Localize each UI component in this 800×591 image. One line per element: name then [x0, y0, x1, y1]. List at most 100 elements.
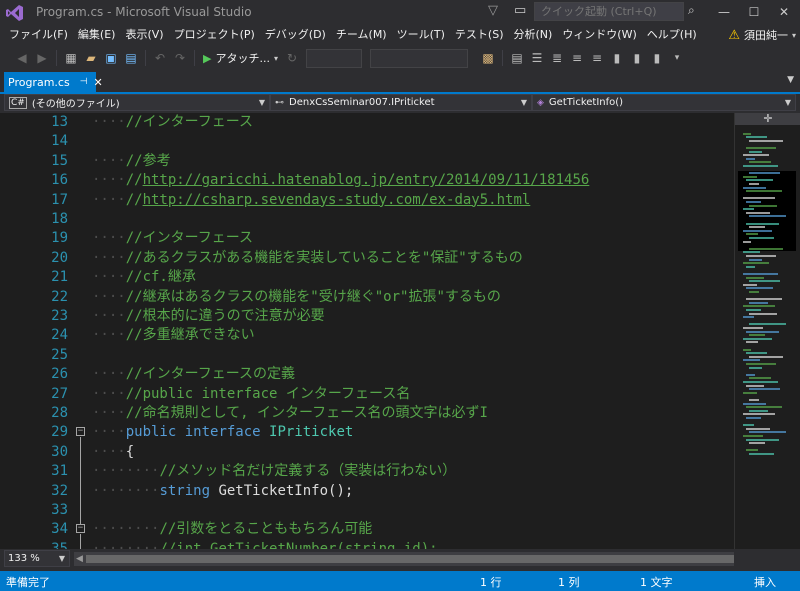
scroll-map-line: [749, 247, 783, 250]
zoom-combo[interactable]: 133 % ▼: [4, 550, 70, 567]
start-debug-button[interactable]: ▶ アタッチ... ▾: [199, 50, 282, 66]
solution-configuration-combo[interactable]: [305, 48, 362, 68]
warning-icon: ⚠: [728, 27, 740, 43]
code-line[interactable]: 16 ····//http://garicchi.hatenablog.jp/en…: [0, 171, 734, 190]
project-combo[interactable]: C# (その他のファイル) ▼: [4, 94, 270, 111]
browser-link-icon[interactable]: ▩: [480, 51, 496, 65]
class-combo[interactable]: ⊷ DenxCsSeminar007.IPriticket ▼: [270, 94, 532, 111]
maximize-button[interactable]: ☐: [740, 2, 768, 22]
hyperlink[interactable]: http://csharp.sevendays-study.com/ex-day…: [143, 192, 531, 208]
menu-window[interactable]: ウィンドウ(W): [557, 24, 641, 46]
search-icon[interactable]: ⌕: [688, 3, 695, 18]
user-account[interactable]: ⚠ 須田純一 ▾: [728, 24, 796, 46]
menu-view[interactable]: 表示(V): [120, 24, 168, 46]
undo-icon[interactable]: ↶: [152, 51, 168, 65]
forward-icon[interactable]: ▶: [34, 51, 50, 65]
code-line[interactable]: 21 ····//cf.継承: [0, 268, 734, 287]
whitespace-marker: ········: [92, 540, 160, 549]
toolbar-separator: [194, 50, 195, 66]
horizontal-scroll-thumb[interactable]: [86, 555, 734, 563]
class-view-icon[interactable]: ▤: [509, 51, 525, 65]
scroll-map-line: [749, 258, 762, 261]
open-file-icon[interactable]: ▰: [83, 51, 99, 65]
solution-platform-combo[interactable]: [369, 48, 468, 68]
outdent-icon[interactable]: ≣: [549, 51, 565, 65]
scroll-map[interactable]: ✛: [734, 113, 800, 549]
back-icon[interactable]: ◀: [14, 51, 30, 65]
scroll-map-line: [743, 273, 778, 275]
code-token: //引数をとることももちろん可能: [159, 521, 373, 538]
code-line[interactable]: 33: [0, 501, 734, 520]
menu-edit[interactable]: 編集(E): [73, 24, 121, 46]
close-icon[interactable]: ✕: [94, 76, 103, 89]
scroll-map-line: [749, 161, 771, 164]
code-line[interactable]: 30 ····{: [0, 443, 734, 462]
code-line[interactable]: 13 ····//インターフェース: [0, 113, 734, 132]
code-line[interactable]: 17 ····//http://csharp.sevendays-study.co…: [0, 191, 734, 210]
indent-icon[interactable]: ≡: [569, 51, 585, 65]
code-line[interactable]: 15 ····//参考: [0, 152, 734, 171]
tab-dropdown-icon[interactable]: ▼: [787, 75, 794, 85]
tab-program-cs[interactable]: Program.cs ⊣ ✕: [4, 72, 103, 92]
menu-test[interactable]: テスト(S): [450, 24, 509, 46]
hyperlink[interactable]: http://garicchi.hatenablog.jp/entry/2014…: [143, 172, 590, 188]
code-line[interactable]: 24 ····//多重継承できない: [0, 326, 734, 345]
collapse-icon[interactable]: −: [76, 524, 85, 534]
code-line[interactable]: 28 ····//命名規則として, インターフェース名の頭文字は必ずI: [0, 404, 734, 423]
new-project-icon[interactable]: ▦: [63, 51, 79, 65]
code-line[interactable]: 18: [0, 210, 734, 229]
code-line[interactable]: 35 ········//int GetTicketNumber(string i…: [0, 540, 734, 549]
toolbar-overflow-icon[interactable]: ▾: [669, 53, 685, 63]
code-line[interactable]: 25: [0, 346, 734, 365]
notification-filter-icon[interactable]: ▽: [488, 3, 498, 18]
menu-file[interactable]: ファイル(F): [4, 24, 73, 46]
code-line[interactable]: 23 ····//根本的に違うので注意が必要: [0, 307, 734, 326]
scroll-map-line: [749, 312, 777, 315]
code-text: ····//継承はあるクラスの機能を"受け継ぐ"or"拡張"するもの: [92, 288, 501, 307]
scroll-map-line: [749, 237, 774, 239]
menu-tools[interactable]: ツール(T): [392, 24, 450, 46]
redo-icon[interactable]: ↷: [172, 51, 188, 65]
code-line[interactable]: 31 ········//メソッド名だけ定義する（実装は行わない）: [0, 462, 734, 481]
interface-icon: ⊷: [275, 97, 284, 108]
split-window-icon[interactable]: ✛: [735, 113, 800, 125]
code-text: ····//public interface インターフェース名: [92, 385, 410, 404]
save-icon[interactable]: ▣: [103, 51, 119, 65]
chevron-down-icon: ▾: [791, 30, 796, 40]
code-editor[interactable]: 13 ····//インターフェース 14 15 ····//参考 16 ····//http…: [0, 113, 734, 549]
save-all-icon[interactable]: ▤: [123, 51, 139, 65]
feedback-icon[interactable]: ▭: [514, 3, 526, 18]
code-line[interactable]: 26 ····//インターフェースの定義: [0, 365, 734, 384]
menu-team[interactable]: チーム(M): [331, 24, 392, 46]
code-line[interactable]: 20 ····//あるクラスがある機能を実装していることを"保証"するもの: [0, 249, 734, 268]
code-line[interactable]: 29− ····public interface IPriticket: [0, 423, 734, 442]
status-line: 1 行: [480, 576, 502, 589]
comment-icon[interactable]: ≡: [589, 51, 605, 65]
solution-explorer-icon[interactable]: ☰: [529, 51, 545, 65]
code-line[interactable]: 27 ····//public interface インターフェース名: [0, 385, 734, 404]
horizontal-scrollbar[interactable]: ◀: [74, 552, 734, 566]
next-bookmark-icon[interactable]: ▮: [649, 51, 665, 65]
refresh-icon[interactable]: ↻: [284, 51, 300, 65]
pin-icon[interactable]: ⊣: [80, 77, 88, 87]
code-line[interactable]: 34− ········//引数をとることももちろん可能: [0, 520, 734, 539]
quick-launch-input[interactable]: [534, 2, 684, 21]
member-combo[interactable]: ◈ GetTicketInfo() ▼: [532, 94, 796, 111]
chevron-down-icon: ▼: [520, 98, 527, 107]
scroll-left-icon[interactable]: ◀: [76, 552, 83, 566]
menu-project[interactable]: プロジェクト(P): [169, 24, 260, 46]
whitespace-marker: ····: [92, 152, 126, 169]
code-line[interactable]: 14: [0, 132, 734, 151]
code-line[interactable]: 19 ····//インターフェース: [0, 229, 734, 248]
prev-bookmark-icon[interactable]: ▮: [629, 51, 645, 65]
code-line[interactable]: 32 ········string GetTicketInfo();: [0, 482, 734, 501]
menu-analyze[interactable]: 分析(N): [509, 24, 558, 46]
code-line[interactable]: 22 ····//継承はあるクラスの機能を"受け継ぐ"or"拡張"するもの: [0, 288, 734, 307]
close-button[interactable]: ✕: [770, 2, 798, 22]
menu-help[interactable]: ヘルプ(H): [642, 24, 702, 46]
bookmark-icon[interactable]: ▮: [609, 51, 625, 65]
scroll-map-line: [743, 424, 754, 427]
menu-debug[interactable]: デバッグ(D): [260, 24, 331, 46]
collapse-icon[interactable]: −: [76, 427, 85, 437]
minimize-button[interactable]: —: [710, 2, 738, 22]
